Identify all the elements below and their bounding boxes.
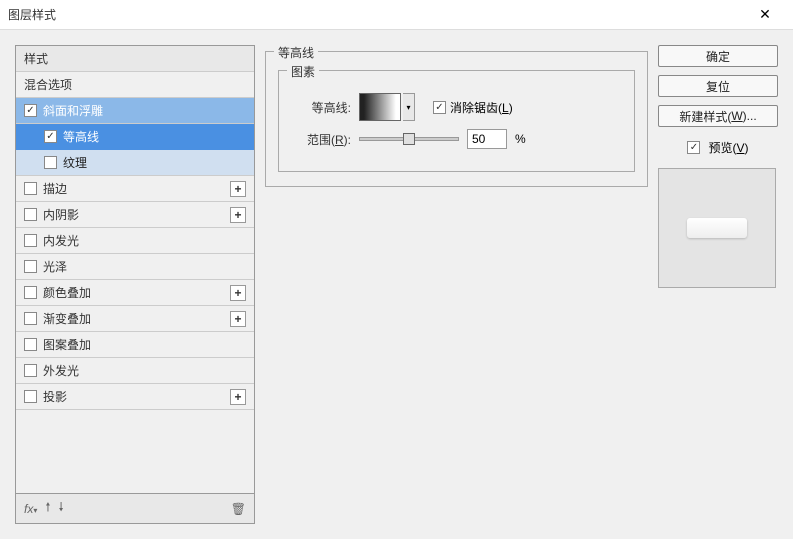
texture-label: 纹理	[63, 154, 246, 171]
stroke-add-icon[interactable]: +	[230, 181, 246, 197]
contour-checkbox[interactable]	[44, 130, 57, 143]
pattern-overlay-checkbox[interactable]	[24, 338, 37, 351]
preview-swatch	[687, 218, 747, 238]
cancel-button[interactable]: 复位	[658, 75, 778, 97]
preview-box	[658, 168, 776, 288]
satin-item[interactable]: 光泽	[16, 254, 254, 280]
styles-header-label: 样式	[24, 50, 246, 67]
inner-glow-checkbox[interactable]	[24, 234, 37, 247]
left-footer: fx▾ 🠕 🠗 🗑	[15, 494, 255, 524]
stroke-label: 描边	[43, 180, 230, 197]
outer-glow-label: 外发光	[43, 362, 246, 379]
move-up-icon[interactable]: 🠕	[45, 498, 50, 519]
outer-glow-checkbox[interactable]	[24, 364, 37, 377]
range-row: 范围(R): %	[291, 129, 622, 149]
drop-shadow-checkbox[interactable]	[24, 390, 37, 403]
contour-group: 等高线 图素 等高线: ▾ 消除锯齿(L) 范围(R):	[265, 51, 648, 187]
range-unit: %	[515, 132, 526, 146]
inner-shadow-checkbox[interactable]	[24, 208, 37, 221]
fx-menu-icon[interactable]: fx▾	[24, 502, 37, 516]
pattern-overlay-item[interactable]: 图案叠加	[16, 332, 254, 358]
pattern-overlay-label: 图案叠加	[43, 336, 246, 353]
gradient-overlay-add-icon[interactable]: +	[230, 311, 246, 327]
right-panel: 确定 复位 新建样式(W)... 预览(V)	[658, 45, 778, 524]
titlebar: 图层样式 ✕	[0, 0, 793, 30]
stroke-checkbox[interactable]	[24, 182, 37, 195]
styles-header[interactable]: 样式	[16, 46, 254, 72]
preview-checkbox[interactable]	[687, 141, 700, 154]
inner-shadow-label: 内阴影	[43, 206, 230, 223]
antialias-label: 消除锯齿(L)	[450, 99, 513, 116]
move-down-icon[interactable]: 🠗	[59, 498, 64, 519]
inner-glow-item[interactable]: 内发光	[16, 228, 254, 254]
antialias-checkbox[interactable]	[433, 101, 446, 114]
blending-options-label: 混合选项	[24, 76, 246, 93]
contour-dropdown-icon[interactable]: ▾	[403, 93, 415, 121]
range-input[interactable]	[467, 129, 507, 149]
contour-field-label: 等高线:	[291, 99, 351, 116]
contour-row: 等高线: ▾ 消除锯齿(L)	[291, 93, 622, 121]
drop-shadow-label: 投影	[43, 388, 230, 405]
preview-toggle[interactable]: 预览(V)	[658, 139, 778, 156]
color-overlay-item[interactable]: 颜色叠加 +	[16, 280, 254, 306]
ok-button[interactable]: 确定	[658, 45, 778, 67]
content-area: 样式 混合选项 斜面和浮雕 等高线 纹理 描边 +	[0, 30, 793, 539]
elements-group: 图素 等高线: ▾ 消除锯齿(L) 范围(R):	[278, 70, 635, 172]
fx-text: fx	[24, 502, 33, 516]
inner-shadow-add-icon[interactable]: +	[230, 207, 246, 223]
drop-shadow-item[interactable]: 投影 +	[16, 384, 254, 410]
range-slider[interactable]	[359, 137, 459, 141]
color-overlay-checkbox[interactable]	[24, 286, 37, 299]
contour-label: 等高线	[63, 128, 246, 145]
bevel-emboss-checkbox[interactable]	[24, 104, 37, 117]
range-label: 范围(R):	[291, 131, 351, 148]
color-overlay-label: 颜色叠加	[43, 284, 230, 301]
texture-item[interactable]: 纹理	[16, 150, 254, 176]
bevel-emboss-label: 斜面和浮雕	[43, 102, 246, 119]
satin-label: 光泽	[43, 258, 246, 275]
elements-group-legend: 图素	[287, 63, 319, 80]
close-button[interactable]: ✕	[745, 0, 785, 30]
outer-glow-item[interactable]: 外发光	[16, 358, 254, 384]
new-style-button[interactable]: 新建样式(W)...	[658, 105, 778, 127]
color-overlay-add-icon[interactable]: +	[230, 285, 246, 301]
drop-shadow-add-icon[interactable]: +	[230, 389, 246, 405]
contour-item[interactable]: 等高线	[16, 124, 254, 150]
bevel-emboss-item[interactable]: 斜面和浮雕	[16, 98, 254, 124]
range-slider-thumb[interactable]	[403, 133, 415, 145]
inner-shadow-item[interactable]: 内阴影 +	[16, 202, 254, 228]
window-title: 图层样式	[8, 6, 745, 23]
preview-label: 预览(V)	[708, 139, 748, 156]
gradient-overlay-label: 渐变叠加	[43, 310, 230, 327]
style-list: 样式 混合选项 斜面和浮雕 等高线 纹理 描边 +	[15, 45, 255, 494]
stroke-item[interactable]: 描边 +	[16, 176, 254, 202]
trash-icon[interactable]: 🗑	[231, 502, 246, 516]
texture-checkbox[interactable]	[44, 156, 57, 169]
gradient-overlay-checkbox[interactable]	[24, 312, 37, 325]
center-panel: 等高线 图素 等高线: ▾ 消除锯齿(L) 范围(R):	[265, 45, 648, 524]
contour-thumbnail[interactable]	[359, 93, 401, 121]
satin-checkbox[interactable]	[24, 260, 37, 273]
blending-options-item[interactable]: 混合选项	[16, 72, 254, 98]
contour-group-legend: 等高线	[274, 44, 318, 61]
gradient-overlay-item[interactable]: 渐变叠加 +	[16, 306, 254, 332]
left-panel: 样式 混合选项 斜面和浮雕 等高线 纹理 描边 +	[15, 45, 255, 524]
inner-glow-label: 内发光	[43, 232, 246, 249]
